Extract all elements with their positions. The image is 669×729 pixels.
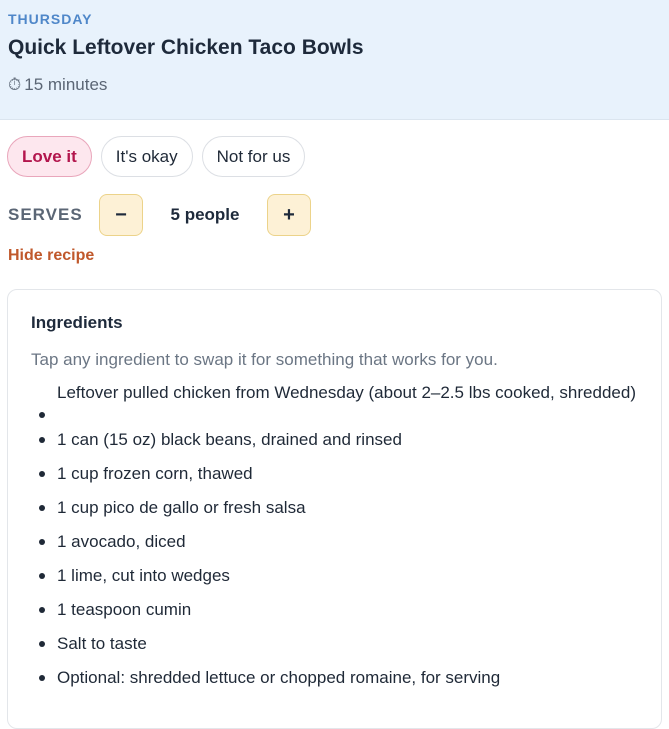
rating-not-for-us-button[interactable]: Not for us — [201, 136, 306, 177]
ingredient-text: 1 can (15 oz) black beans, drained and r… — [57, 429, 402, 449]
ingredients-list: Leftover pulled chicken from Wednesday (… — [31, 382, 641, 694]
ingredient-text: 1 cup pico de gallo or fresh salsa — [57, 497, 306, 517]
increase-servings-button[interactable]: + — [267, 194, 311, 236]
bullet-icon — [39, 437, 45, 443]
recipe-title: Quick Leftover Chicken Taco Bowls — [8, 36, 364, 59]
ingredient-text: 1 avocado, diced — [57, 531, 186, 551]
ingredient-item[interactable]: 1 avocado, diced — [31, 524, 641, 558]
ingredient-item[interactable]: 1 teaspoon cumin — [31, 592, 641, 626]
stopwatch-icon: ⏱ — [8, 75, 22, 94]
ingredients-card: Ingredients Tap any ingredient to swap i… — [7, 289, 662, 729]
rating-options: Love it It's okay Not for us — [7, 136, 314, 177]
day-label: THURSDAY — [8, 11, 93, 27]
ingredient-text: 1 teaspoon cumin — [57, 599, 192, 619]
bullet-icon — [39, 412, 45, 418]
ingredient-text: 1 cup frozen corn, thawed — [57, 463, 253, 483]
ingredient-item[interactable]: 1 can (15 oz) black beans, drained and r… — [31, 422, 641, 456]
ingredient-item[interactable]: 1 cup pico de gallo or fresh salsa — [31, 490, 641, 524]
bullet-icon — [39, 573, 45, 579]
ingredient-text: Salt to taste — [57, 633, 147, 653]
ingredient-text: 1 lime, cut into wedges — [57, 565, 230, 585]
bullet-icon — [39, 505, 45, 511]
ingredient-text: Optional: shredded lettuce or chopped ro… — [57, 667, 501, 687]
bullet-icon — [39, 471, 45, 477]
rating-its-okay-button[interactable]: It's okay — [100, 136, 193, 177]
ingredient-item[interactable]: Salt to taste — [31, 626, 641, 660]
serves-value: 5 people — [170, 205, 240, 224]
prep-time: ⏱ 15 minutes — [8, 75, 107, 95]
recipe-header: THURSDAY Quick Leftover Chicken Taco Bow… — [0, 0, 669, 120]
ingredient-item[interactable]: Optional: shredded lettuce or chopped ro… — [31, 660, 641, 694]
ingredients-hint: Tap any ingredient to swap it for someth… — [31, 350, 498, 369]
ingredient-item[interactable]: 1 cup frozen corn, thawed — [31, 456, 641, 490]
bullet-icon — [39, 607, 45, 613]
ingredient-item[interactable]: Leftover pulled chicken from Wednesday (… — [31, 382, 641, 422]
bullet-icon — [39, 675, 45, 681]
serves-control: SERVES − 5 people + — [8, 194, 311, 236]
bullet-icon — [39, 539, 45, 545]
rating-love-it-button[interactable]: Love it — [7, 136, 92, 177]
ingredient-item[interactable]: 1 lime, cut into wedges — [31, 558, 641, 592]
bullet-icon — [39, 641, 45, 647]
prep-time-value: 15 minutes — [24, 75, 108, 94]
ingredient-text: Leftover pulled chicken from Wednesday (… — [57, 383, 636, 402]
hide-recipe-link[interactable]: Hide recipe — [8, 247, 94, 265]
decrease-servings-button[interactable]: − — [99, 194, 143, 236]
serves-label: SERVES — [8, 205, 83, 224]
ingredients-title: Ingredients — [31, 313, 123, 332]
